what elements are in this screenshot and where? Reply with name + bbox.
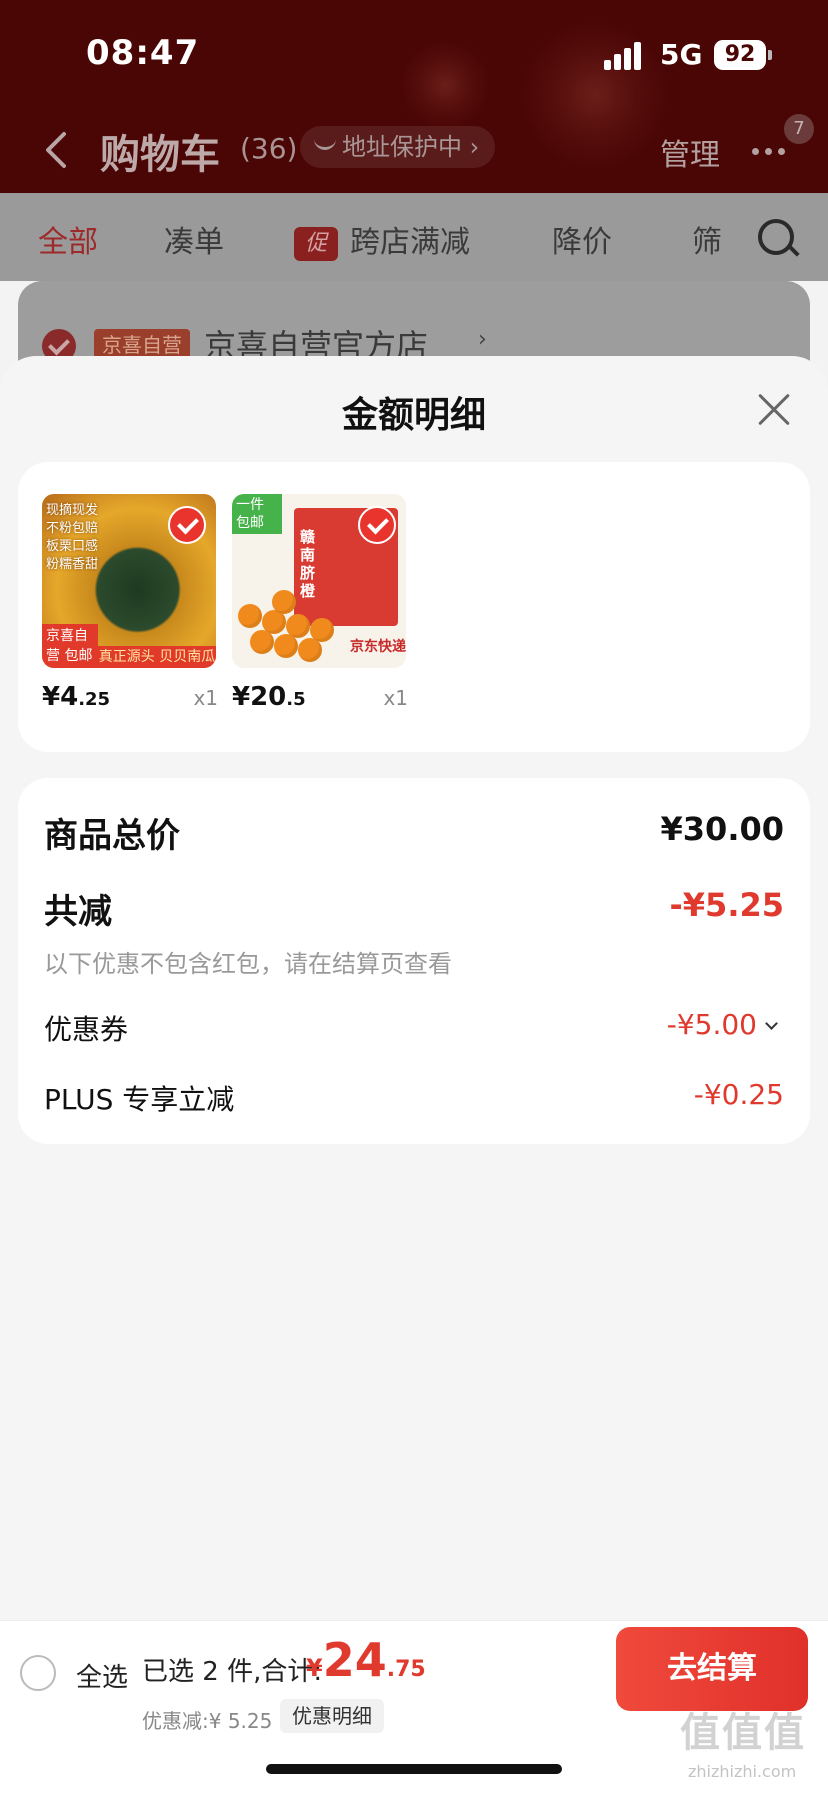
selected-summary: 已选 2 件,合计: [142,1657,323,1687]
smile-icon [314,135,336,150]
home-indicator[interactable] [266,1764,562,1774]
address-protection-pill[interactable]: 地址保护中 › [300,126,496,168]
orange-shape [238,604,262,628]
select-all-radio[interactable] [20,1655,56,1691]
sheet-title: 金额明细 [341,395,486,436]
product-image-text: 现摘现发 不粉包赔 板栗口感 粉糯香甜 [46,503,99,572]
more-icon[interactable] [752,140,791,159]
products-card: 现摘现发 不粉包赔 板栗口感 粉糯香甜 京喜自营 包邮 真正源头 贝贝南瓜 ¥4… [18,462,810,752]
header: 08:47 5G 92 购物车 (36) 地址保护中 › 管理 7 [0,0,828,193]
orange-shape [298,638,322,662]
close-icon[interactable] [756,392,792,428]
total-amount: ¥24.75 [306,1633,426,1687]
chevron-down-icon [765,1017,778,1030]
coupon-label: 优惠券 [44,1013,129,1046]
product-item[interactable]: 一件 包邮 赣南脐橙 京东快递 ¥20.5 x1 [232,494,408,712]
tab-bundle[interactable]: 凑单 [164,217,224,261]
battery-cap [768,50,772,60]
message-badge: 7 [784,114,814,144]
tab-filter[interactable]: 筛 [692,217,722,261]
product-price: ¥4.25 [42,682,111,712]
tab-all[interactable]: 全部 [38,217,98,261]
nav-bar: 购物车 (36) 地址保护中 › 管理 7 [0,110,828,193]
tab-cross-store-label: 跨店满减 [350,225,470,260]
page-title: 购物车 [100,132,220,178]
battery-icon: 92 [714,40,766,70]
product-price: ¥20.5 [232,682,306,712]
status-bar: 08:47 5G 92 [0,0,828,110]
check-icon [168,506,206,544]
goods-total-value: ¥30.00 [660,810,784,848]
amount-detail-sheet: 金额明细 现摘现发 不粉包赔 板栗口感 粉糯香甜 京喜自营 包邮 真正源头 贝贝… [0,356,828,1620]
manage-button[interactable]: 管理 [660,130,720,174]
chevron-right-icon: › [478,327,487,352]
product-item[interactable]: 现摘现发 不粉包赔 板栗口感 粉糯香甜 京喜自营 包邮 真正源头 贝贝南瓜 ¥4… [42,494,218,712]
product-qty: x1 [383,686,408,710]
orange-shape [274,634,298,658]
signal-icon [604,42,648,70]
discount-detail-button[interactable]: 优惠明细 [280,1699,384,1733]
plus-discount-value: -¥0.25 [693,1078,784,1111]
watermark-url: zhizhizhi.com [688,1762,797,1781]
discount-amount: 优惠减:¥ 5.25 [142,1709,273,1733]
orange-shape [250,630,274,654]
filter-tabs: 全部 凑单 促跨店满减 降价 筛 [0,193,828,281]
product-qty: x1 [193,686,218,710]
checkout-button[interactable]: 去结算 [616,1627,808,1711]
summary-card: 商品总价 ¥30.00 共减 -¥5.25 以下优惠不包含红包，请在结算页查看 … [18,778,810,1144]
back-icon[interactable] [42,130,68,170]
plus-discount-label: PLUS 专享立减 [44,1083,235,1116]
goods-total-label: 商品总价 [44,816,180,856]
product-image: 现摘现发 不粉包赔 板栗口感 粉糯香甜 京喜自营 包邮 真正源头 贝贝南瓜 [42,494,216,668]
check-icon [358,506,396,544]
product-image: 一件 包邮 赣南脐橙 京东快递 [232,494,406,668]
total-reduce-value: -¥5.25 [669,886,785,924]
select-all-label[interactable]: 全选 [76,1657,128,1694]
network-type: 5G [660,38,703,71]
status-time: 08:47 [86,33,200,73]
search-icon[interactable] [758,219,794,255]
tab-price-drop[interactable]: 降价 [552,217,612,261]
product-box-text: 赣南脐橙 [300,528,316,600]
discount-note: 以下优惠不包含红包，请在结算页查看 [44,950,452,978]
address-protection-label: 地址保护中 › [342,133,480,161]
orange-shape [272,590,296,614]
product-image-label: 京喜自营 包邮 [42,624,98,668]
product-image-express: 京东快递 [350,639,406,655]
cart-count: (36) [240,132,298,165]
product-image-label: 一件 包邮 [232,494,282,534]
product-image-banner: 真正源头 贝贝南瓜 [98,646,216,668]
tab-cross-store[interactable]: 促跨店满减 [294,217,470,261]
watermark-logo: 值值值 [680,1710,806,1756]
total-reduce-label: 共减 [44,892,112,932]
coupon-value[interactable]: -¥5.00 [667,1008,778,1041]
promo-badge: 促 [294,227,338,261]
